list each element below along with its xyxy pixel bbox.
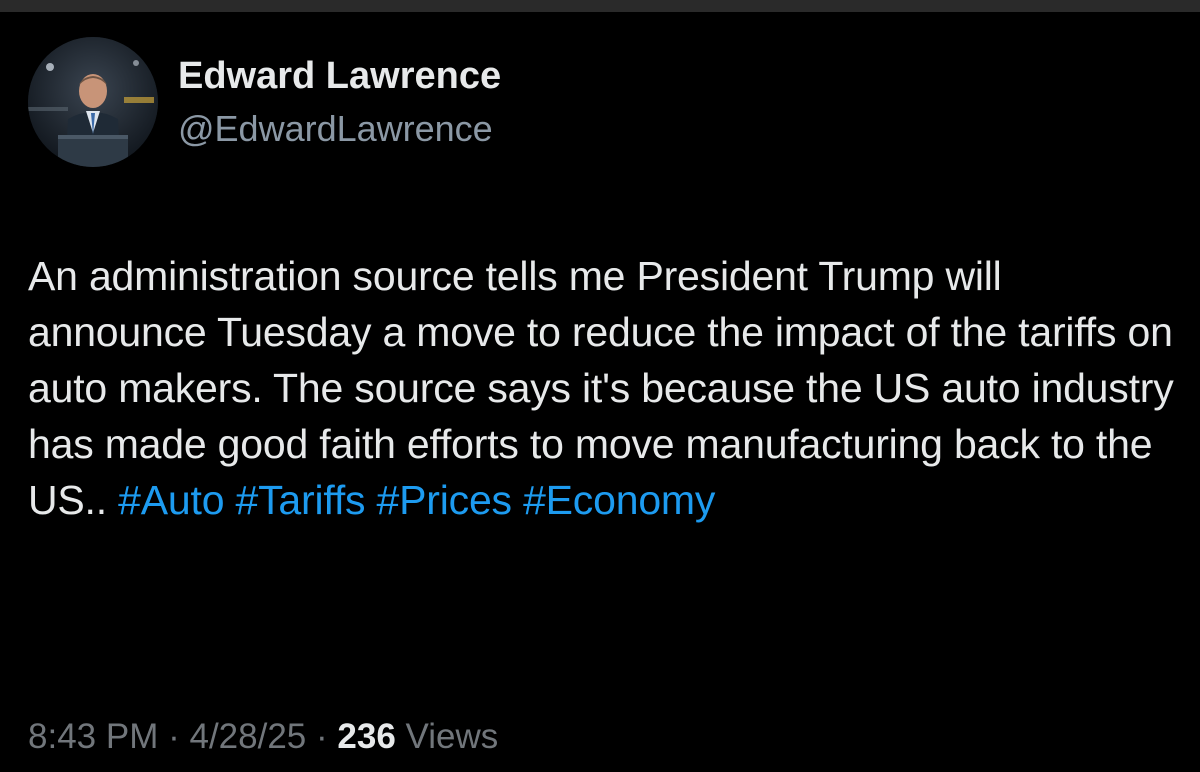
tweet-meta: 8:43 PM · 4/28/25 · 236 Views [28, 715, 498, 759]
hashtag-auto[interactable]: #Auto [118, 477, 224, 523]
author-block: Edward Lawrence @EdwardLawrence [178, 53, 501, 151]
top-edge-bar [0, 0, 1200, 12]
hashtag-tariffs[interactable]: #Tariffs [236, 477, 366, 523]
views-count[interactable]: 236 [337, 717, 395, 756]
tweet-text: An administration source tells me Presid… [28, 248, 1178, 528]
meta-separator: · [316, 717, 328, 756]
hashtag-economy[interactable]: #Economy [523, 477, 715, 523]
author-display-name[interactable]: Edward Lawrence [178, 53, 501, 99]
tweet-card: Edward Lawrence @EdwardLawrence An admin… [0, 12, 1200, 772]
tweet-date[interactable]: 4/28/25 [189, 717, 306, 756]
author-handle[interactable]: @EdwardLawrence [178, 107, 501, 151]
meta-separator: · [168, 717, 180, 756]
views-label: Views [405, 717, 499, 756]
tweet-time[interactable]: 8:43 PM [28, 717, 158, 756]
tweet-header: Edward Lawrence @EdwardLawrence [28, 32, 501, 172]
hashtag-prices[interactable]: #Prices [377, 477, 513, 523]
avatar[interactable] [28, 37, 158, 167]
avatar-image-icon [28, 37, 158, 167]
